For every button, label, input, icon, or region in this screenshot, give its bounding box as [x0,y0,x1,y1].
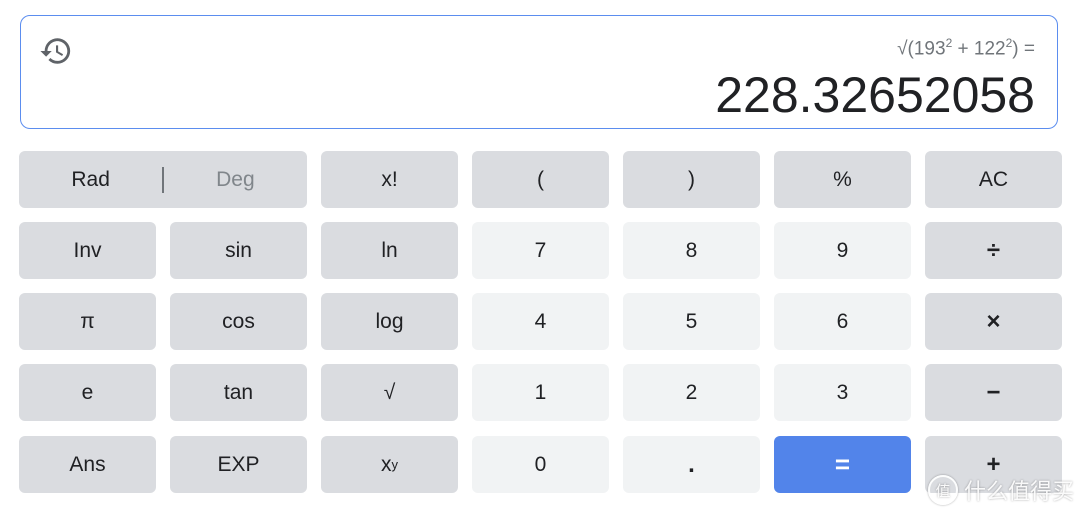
digit-4-button[interactable]: 4 [472,293,609,350]
watermark-text: 什么值得买 [963,480,1074,505]
decimal-button[interactable]: . [623,436,760,493]
angle-mode-toggle: Rad Deg [19,151,307,208]
euler-e-button[interactable]: e [19,364,156,421]
ln-button[interactable]: ln [321,222,458,279]
log-button[interactable]: log [321,293,458,350]
multiply-button[interactable]: × [925,293,1062,350]
expression-part: + 122 [952,38,1006,60]
digit-8-button[interactable]: 8 [623,222,760,279]
sin-button[interactable]: sin [170,222,307,279]
digit-9-button[interactable]: 9 [774,222,911,279]
history-button[interactable] [39,34,73,68]
deg-button[interactable]: Deg [164,151,307,208]
power-exponent: y [391,457,399,472]
history-icon [40,38,71,64]
close-paren-button[interactable]: ) [623,151,760,208]
all-clear-button[interactable]: AC [925,151,1062,208]
digit-0-button[interactable]: 0 [472,436,609,493]
divide-button[interactable]: ÷ [925,222,1062,279]
expression-part: √(193 [897,38,946,60]
result-value: 228.32652058 [715,67,1035,123]
power-button[interactable]: xy [321,436,458,493]
expression-part: ) = [1012,38,1035,60]
expression-text: √(1932 + 1222) = [897,36,1035,60]
digit-6-button[interactable]: 6 [774,293,911,350]
digit-3-button[interactable]: 3 [774,364,911,421]
calculator-display: √(1932 + 1222) = 228.32652058 [20,15,1058,129]
power-base: x [381,452,392,476]
digit-2-button[interactable]: 2 [623,364,760,421]
percent-button[interactable]: % [774,151,911,208]
inverse-button[interactable]: Inv [19,222,156,279]
equals-button[interactable]: = [774,436,911,493]
open-paren-button[interactable]: ( [472,151,609,208]
ans-button[interactable]: Ans [19,436,156,493]
watermark: 值 什么值得买 [927,474,1074,506]
digit-1-button[interactable]: 1 [472,364,609,421]
sqrt-button[interactable]: √ [321,364,458,421]
watermark-logo-icon: 值 [927,475,958,505]
cos-button[interactable]: cos [170,293,307,350]
pi-button[interactable]: π [19,293,156,350]
exp-button[interactable]: EXP [170,436,307,493]
digit-7-button[interactable]: 7 [472,222,609,279]
tan-button[interactable]: tan [170,364,307,421]
minus-button[interactable]: − [925,364,1062,421]
digit-5-button[interactable]: 5 [623,293,760,350]
rad-button[interactable]: Rad [19,151,162,208]
factorial-button[interactable]: x! [321,151,458,208]
